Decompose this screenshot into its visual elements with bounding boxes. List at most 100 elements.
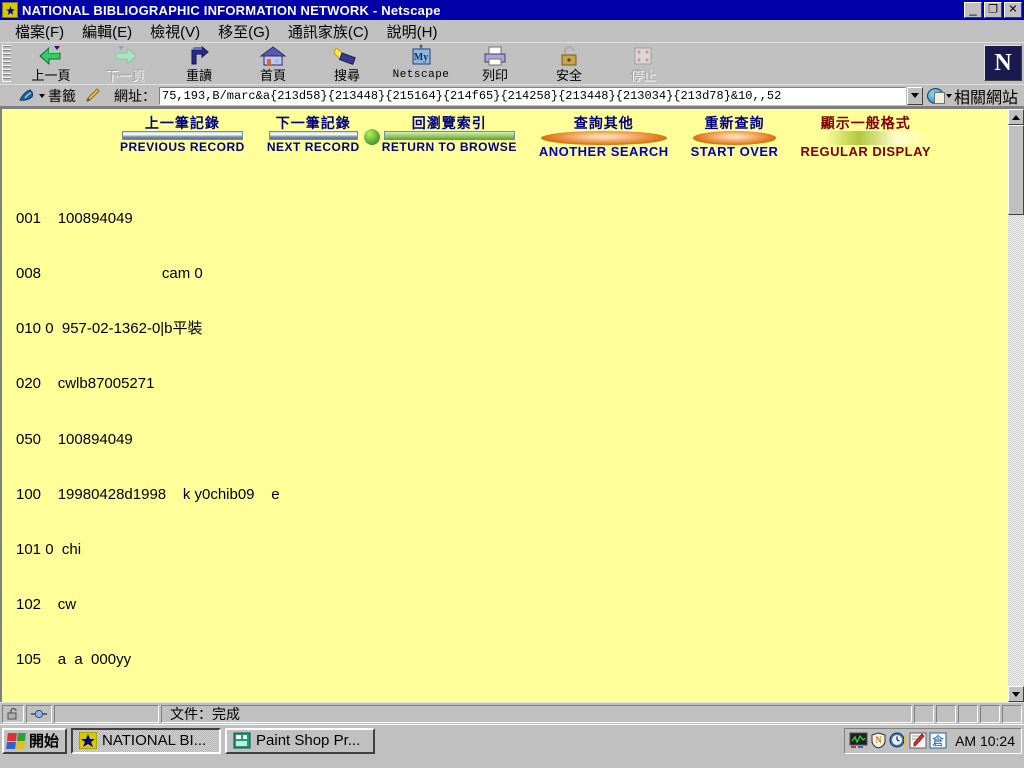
bookmarks-label: 書籤 xyxy=(48,87,76,104)
navigation-toolbar: 上一頁 下一頁 重讀 首頁 搜尋 My Netscape 列印 安全 停止 N xyxy=(0,42,1024,84)
toolbar-security[interactable]: 安全 xyxy=(532,43,606,84)
display-monitor-icon[interactable] xyxy=(849,732,868,749)
return-to-browse-button[interactable]: 回瀏覽索引 RETURN TO BROWSE xyxy=(363,115,517,159)
close-icon: ✕ xyxy=(1008,3,1018,16)
menu-file[interactable]: 檔案(F) xyxy=(6,20,73,43)
chinese-ime-icon[interactable]: 倉 xyxy=(929,732,947,749)
toolbar-stop-label: 停止 xyxy=(629,68,656,83)
marc-line: 001 100894049 xyxy=(16,209,133,227)
forward-arrow-icon xyxy=(110,44,140,68)
url-input[interactable]: 75,193,B/marc&a{213d58}{213448}{215164}{… xyxy=(159,86,906,105)
toolbar-back-label: 上一頁 xyxy=(31,68,71,83)
scrollbar-track[interactable] xyxy=(1008,215,1024,686)
menubar: 檔案(F) 編輯(E) 檢視(V) 移至(G) 通訊家族(C) 說明(H) xyxy=(0,20,1024,42)
regular-display-label-cn: 顯示一般格式 xyxy=(820,115,911,131)
personal-toolbar-icon-wrap[interactable] xyxy=(80,88,106,103)
toolbar-forward-label: 下一頁 xyxy=(105,68,145,83)
toolbar-print[interactable]: 列印 xyxy=(458,43,532,84)
scroll-down-button[interactable] xyxy=(1008,686,1024,702)
paint-shop-pro-icon xyxy=(233,732,251,749)
bookmarks-caret-icon xyxy=(39,93,45,98)
toolbar-mynetscape-label: Netscape xyxy=(392,69,450,81)
minimize-icon: _ xyxy=(969,1,977,16)
minimize-button[interactable]: _ xyxy=(964,2,982,18)
menu-help[interactable]: 說明(H) xyxy=(378,20,447,43)
status-icon-3[interactable] xyxy=(958,704,978,723)
norton-shield-icon[interactable]: N xyxy=(870,732,887,749)
toolbar-home[interactable]: 首頁 xyxy=(236,43,310,84)
connection-indicator[interactable] xyxy=(26,704,52,723)
toolbar-mynetscape[interactable]: My Netscape xyxy=(384,43,458,84)
toolbar-back[interactable]: 上一頁 xyxy=(14,43,88,84)
toolbar-print-label: 列印 xyxy=(481,68,508,83)
toolbar-grip[interactable] xyxy=(2,45,11,82)
related-sites-button[interactable]: 相關網站 xyxy=(923,84,1022,108)
scrollbar-thumb[interactable] xyxy=(1008,125,1024,215)
close-button[interactable]: ✕ xyxy=(1004,2,1022,18)
regular-display-bar-icon xyxy=(802,131,929,145)
netscape-brand-logo[interactable]: N xyxy=(984,45,1022,81)
status-icon-1[interactable] xyxy=(914,704,934,723)
status-icon-4[interactable] xyxy=(980,704,1000,723)
taskbar-paintshop[interactable]: Paint Shop Pr... xyxy=(225,727,376,754)
toolbar-forward[interactable]: 下一頁 xyxy=(88,43,162,84)
another-search-button[interactable]: 查詢其他 ANOTHER SEARCH xyxy=(539,115,669,159)
clock-scheduler-icon[interactable] xyxy=(889,732,907,749)
taskbar: 開始 NATIONAL BI... Paint Shop Pr... N 倉 A… xyxy=(0,724,1024,756)
menu-communicator[interactable]: 通訊家族(C) xyxy=(279,20,378,43)
scroll-up-button[interactable] xyxy=(1008,109,1024,125)
restore-button[interactable]: ❐ xyxy=(984,2,1002,18)
bookmark-icon xyxy=(18,88,36,103)
marc-line: 101 0 chi xyxy=(16,541,82,559)
regular-display-button[interactable]: 顯示一般格式 REGULAR DISPLAY xyxy=(800,115,931,159)
previous-record-label-cn: 上一筆記錄 xyxy=(144,115,220,131)
taskbar-clock[interactable]: AM 10:24 xyxy=(955,733,1017,749)
printer-icon xyxy=(480,44,510,68)
green-ball-icon xyxy=(363,129,380,145)
toolbar-security-label: 安全 xyxy=(555,68,582,83)
taskbar-netscape[interactable]: NATIONAL BI... xyxy=(71,727,222,754)
start-button[interactable]: 開始 xyxy=(2,727,68,754)
next-record-label-en: NEXT RECORD xyxy=(266,140,360,154)
toolbar-reload[interactable]: 重讀 xyxy=(162,43,236,84)
system-tray: N 倉 AM 10:24 xyxy=(844,727,1022,754)
menu-go[interactable]: 移至(G) xyxy=(209,20,279,43)
start-button-label: 開始 xyxy=(29,733,60,750)
record-navigation-buttons: 上一筆記錄 PREVIOUS RECORD 下一筆記錄 NEXT RECORD … xyxy=(2,109,1008,159)
another-search-label-en: ANOTHER SEARCH xyxy=(538,144,669,159)
location-label: 網址： xyxy=(114,87,156,104)
status-icon-5[interactable] xyxy=(1002,704,1022,723)
window-titlebar[interactable]: NATIONAL BIBLIOGRAPHIC INFORMATION NETWO… xyxy=(0,0,1024,20)
marc-line: 020 cwlb87005271 xyxy=(16,375,155,393)
status-icon-2[interactable] xyxy=(936,704,956,723)
security-indicator[interactable] xyxy=(2,704,24,723)
back-arrow-icon xyxy=(36,44,66,68)
menu-view[interactable]: 檢視(V) xyxy=(141,20,209,43)
next-record-button[interactable]: 下一筆記錄 NEXT RECORD xyxy=(267,115,360,159)
location-bar: 書籤 網址： 75,193,B/marc&a{213d58}{213448}{2… xyxy=(0,84,1024,108)
toolbar-search[interactable]: 搜尋 xyxy=(310,43,384,84)
edit-pencil-icon[interactable] xyxy=(909,732,927,749)
page-vertical-scrollbar[interactable] xyxy=(1008,107,1024,702)
unlocked-padlock-icon xyxy=(7,707,17,720)
previous-record-bar-icon xyxy=(122,131,243,140)
taskbar-netscape-label: NATIONAL BI... xyxy=(102,732,207,749)
status-bar: 文件：完成 xyxy=(0,702,1024,724)
previous-record-button[interactable]: 上一筆記錄 PREVIOUS RECORD xyxy=(120,115,245,159)
pencil-ruler-icon xyxy=(84,88,102,103)
windows-flag-icon xyxy=(6,732,26,749)
start-over-button[interactable]: 重新查詢 START OVER xyxy=(691,115,779,159)
svg-text:My: My xyxy=(414,52,428,63)
stop-sign-icon xyxy=(628,44,658,68)
progress-bar xyxy=(54,704,159,723)
marc-line: 102 cw xyxy=(16,596,77,614)
menu-edit[interactable]: 編輯(E) xyxy=(73,20,141,43)
bookmarks-button[interactable]: 書籤 xyxy=(14,86,80,106)
toolbar-home-label: 首頁 xyxy=(259,68,286,83)
flashlight-icon xyxy=(332,44,362,68)
padlock-icon xyxy=(554,44,584,68)
url-dropdown-button[interactable] xyxy=(906,86,923,105)
toolbar-stop[interactable]: 停止 xyxy=(606,43,680,84)
another-search-oval-icon xyxy=(540,131,667,145)
content-frame: 上一筆記錄 PREVIOUS RECORD 下一筆記錄 NEXT RECORD … xyxy=(0,106,1024,702)
